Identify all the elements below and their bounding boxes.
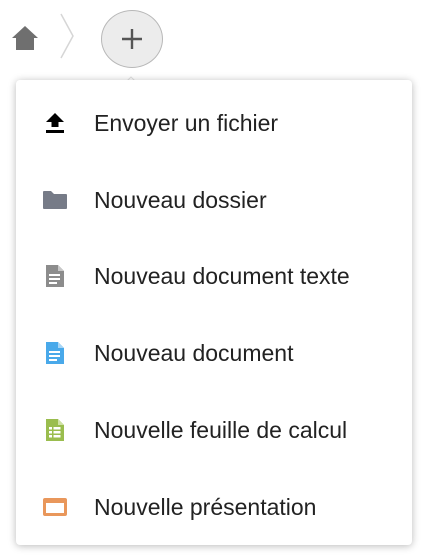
menu-item-new-text-document[interactable]: Nouveau document texte [16, 238, 412, 314]
breadcrumb-bar [0, 0, 429, 78]
new-file-menu: Envoyer un fichier Nouveau dossier Nouve… [16, 80, 412, 545]
folder-icon [42, 187, 68, 213]
upload-icon [42, 110, 68, 136]
spreadsheet-icon [42, 417, 68, 443]
menu-item-new-folder[interactable]: Nouveau dossier [16, 162, 412, 238]
presentation-icon [42, 494, 68, 520]
menu-item-label: Nouveau dossier [94, 186, 267, 213]
text-file-icon [42, 263, 68, 289]
menu-item-new-presentation[interactable]: Nouvelle présentation [16, 469, 412, 545]
menu-item-new-spreadsheet[interactable]: Nouvelle feuille de calcul [16, 392, 412, 468]
menu-item-label: Nouveau document texte [94, 262, 350, 289]
document-icon [42, 340, 68, 366]
new-item-button[interactable] [101, 10, 163, 68]
home-icon[interactable] [11, 25, 39, 51]
breadcrumb-separator [58, 12, 78, 60]
menu-item-label: Nouvelle feuille de calcul [94, 416, 348, 443]
menu-item-label: Envoyer un fichier [94, 109, 279, 136]
menu-item-label: Nouveau document [94, 339, 294, 366]
menu-item-new-document[interactable]: Nouveau document [16, 315, 412, 391]
plus-icon [120, 27, 144, 51]
menu-item-label: Nouvelle présentation [94, 493, 317, 520]
menu-item-upload[interactable]: Envoyer un fichier [16, 85, 412, 161]
